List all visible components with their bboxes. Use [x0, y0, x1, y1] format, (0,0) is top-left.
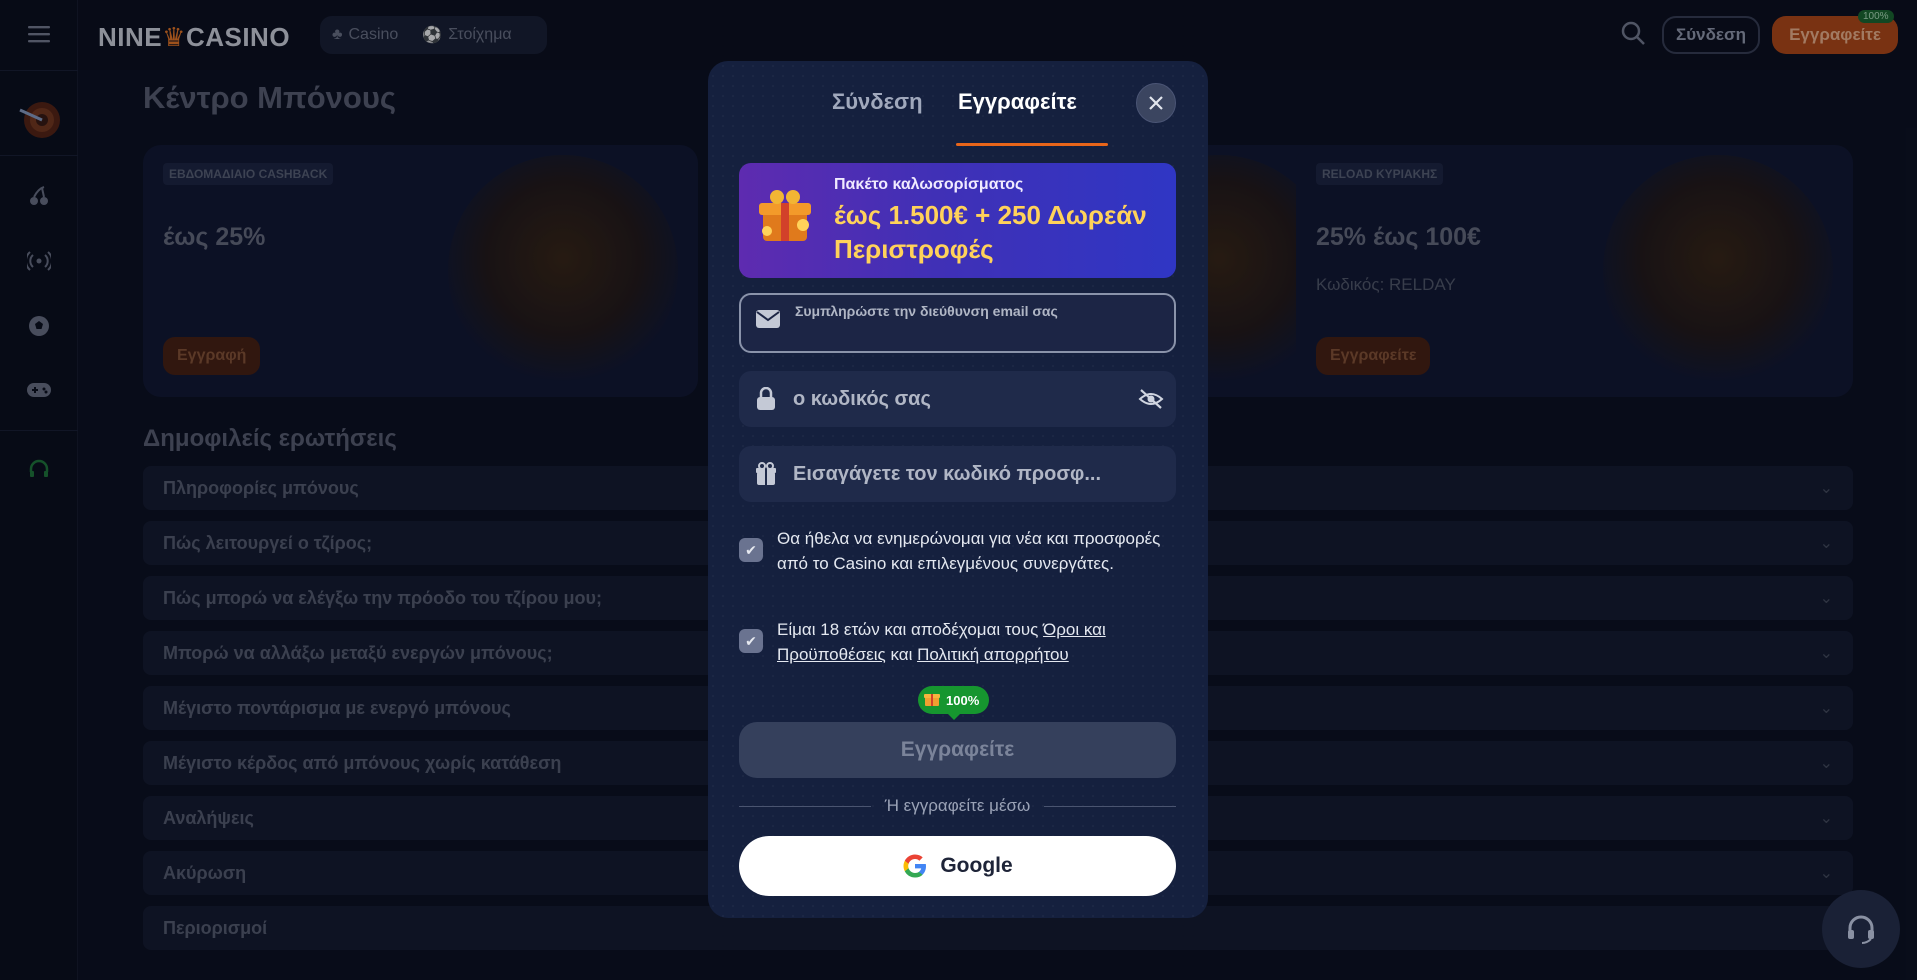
newsletter-consent-text: Θα ήθελα να ενημερώνομαι για νέα και προ… — [777, 529, 1161, 573]
headset-icon — [1848, 915, 1874, 944]
bonus-card-reload: RELOAD ΚΥΡΙΑΚΗΣ 25% έως 100€ Κωδικός: RE… — [1296, 145, 1853, 397]
chevron-down-icon: ⌄ — [1819, 480, 1833, 497]
social-divider: Ή εγγραφείτε μέσω — [739, 796, 1176, 816]
live-icon[interactable] — [25, 247, 53, 275]
social-divider-text: Ή εγγραφείτε μέσω — [884, 796, 1031, 815]
chevron-down-icon: ⌄ — [1819, 865, 1833, 882]
faq-question: Πώς μπορώ να ελέγξω την πρόοδο του τζίρο… — [163, 587, 602, 608]
active-tab-indicator — [956, 143, 1108, 146]
lion-logo-icon: ♛ — [162, 22, 186, 52]
close-button[interactable] — [1136, 83, 1176, 123]
google-signup-button[interactable]: Google — [739, 836, 1176, 896]
welcome-package-amount: έως 1.500€ + 250 Δωρεάν Περιστροφές — [834, 200, 1147, 264]
chevron-down-icon: ⌄ — [1819, 810, 1833, 827]
nav-casino-label: Casino — [348, 26, 399, 43]
progress-badge-value: 100% — [946, 692, 980, 708]
menu-icon[interactable] — [25, 20, 53, 48]
faq-title: Δημοφιλείς ερωτήσεις — [143, 425, 397, 452]
register-submit-button[interactable]: Εγγραφείτε — [739, 722, 1176, 778]
top-nav: ♣ Casino ⚽ Στοίχημα — [320, 16, 547, 54]
support-chat-button[interactable] — [1822, 890, 1900, 968]
cherry-icon: ♣ — [332, 26, 343, 43]
signup-badge: 100% — [1858, 10, 1894, 23]
faq-question: Ακύρωση — [163, 862, 247, 883]
envelope-icon — [741, 309, 795, 329]
promo-code-input[interactable] — [793, 462, 1176, 486]
soccer-ball-icon: ⚽ — [422, 27, 443, 44]
modal-tabs: Σύνδεση Εγγραφείτε — [708, 61, 1208, 147]
treasure-gift-icon — [759, 190, 811, 241]
faq-question: Αναλήψεις — [163, 807, 254, 828]
registration-modal: Σύνδεση Εγγραφείτε Πακέτο καλωσορίσματος… — [708, 61, 1208, 918]
nav-sports[interactable]: ⚽ Στοίχημα — [422, 25, 511, 45]
chevron-down-icon: ⌄ — [1819, 590, 1833, 607]
card-code: Κωδικός: RELDAY — [1316, 275, 1456, 294]
nav-sports-label: Στοίχημα — [448, 26, 512, 43]
terms-prefix: Είμαι 18 ετών και αποδέχομαι τους — [777, 620, 1044, 639]
card-cta-button[interactable]: Εγγραφείτε — [1316, 337, 1431, 375]
faq-question: Πώς λειτουργεί ο τζίρος; — [163, 532, 373, 553]
bonus-card-cashback: ΕΒΔΟΜΑΔΙΑΙΟ CASHBACK έως 25% Εγγραφή — [143, 145, 698, 397]
cashback-parrot-image — [448, 155, 678, 385]
tab-login[interactable]: Σύνδεση — [832, 89, 923, 115]
header-login-button[interactable]: Σύνδεση — [1662, 16, 1760, 54]
terms-and: και — [885, 645, 918, 664]
faq-question: Μέγιστο ποντάρισμα με ενεργό μπόνους — [163, 697, 511, 718]
bonus-center-title: Κέντρο Μπόνους — [143, 80, 397, 115]
card-value: έως 25% — [163, 223, 266, 251]
logo[interactable]: NINE♛CASINO — [98, 22, 290, 53]
chevron-down-icon: ⌄ — [1819, 700, 1833, 717]
target-bonus-icon[interactable] — [16, 96, 62, 142]
nav-casino[interactable]: ♣ Casino — [332, 26, 398, 44]
chevron-down-icon: ⌄ — [1819, 755, 1833, 772]
faq-question: Περιορισμοί — [163, 917, 268, 938]
search-icon[interactable] — [1620, 20, 1650, 50]
email-field[interactable] — [739, 293, 1176, 353]
faq-question: Πληροφορίες μπόνους — [163, 477, 359, 498]
chevron-down-icon: ⌄ — [1819, 645, 1833, 662]
logo-text-right: CASINO — [185, 22, 291, 52]
password-input[interactable] — [793, 387, 1126, 411]
gamepad-icon[interactable] — [25, 376, 53, 404]
privacy-link[interactable]: Πολιτική απορρήτου — [917, 645, 1069, 664]
card-tag: RELOAD ΚΥΡΙΑΚΗΣ — [1316, 163, 1444, 185]
left-rail — [0, 0, 78, 980]
faq-question: Μπορώ να αλλάξω μεταξύ ενεργών μπόνους; — [163, 642, 553, 663]
card-value: 25% έως 100€ — [1316, 223, 1481, 251]
newsletter-consent-row: ✔ Θα ήθελα να ενημερώνομαι για νέα και π… — [739, 526, 1176, 576]
terms-consent-text: Είμαι 18 ετών και αποδέχομαι τους Όροι κ… — [777, 617, 1176, 667]
card-tag: ΕΒΔΟΜΑΔΙΑΙΟ CASHBACK — [163, 163, 334, 185]
support-headset-icon[interactable] — [25, 456, 53, 484]
password-field[interactable] — [739, 371, 1176, 427]
promo-code-field[interactable] — [739, 446, 1176, 502]
soccer-ball-icon[interactable] — [25, 312, 53, 340]
terms-consent-row: ✔ Είμαι 18 ετών και αποδέχομαι τους Όροι… — [739, 617, 1176, 667]
progress-badge: 100% — [918, 686, 990, 720]
cherry-icon[interactable] — [25, 182, 53, 210]
card-cta-button[interactable]: Εγγραφή — [163, 337, 261, 375]
gift-icon — [739, 462, 793, 486]
trophy-image — [1603, 155, 1833, 385]
newsletter-checkbox[interactable]: ✔ — [739, 538, 763, 562]
chevron-down-icon: ⌄ — [1819, 535, 1833, 552]
welcome-package-banner: Πακέτο καλωσορίσματος έως 1.500€ + 250 Δ… — [739, 163, 1176, 278]
faq-question: Μέγιστο κέρδος από μπόνους χωρίς κατάθεσ… — [163, 752, 562, 773]
google-label: Google — [940, 854, 1013, 877]
gift-box-icon — [924, 691, 940, 710]
welcome-package-title: Πακέτο καλωσορίσματος — [834, 176, 1024, 193]
email-input[interactable] — [795, 301, 1174, 321]
tab-register[interactable]: Εγγραφείτε — [958, 89, 1077, 115]
eye-off-icon[interactable] — [1126, 388, 1176, 410]
terms-checkbox[interactable]: ✔ — [739, 629, 763, 653]
google-icon — [903, 854, 927, 878]
lock-icon — [739, 387, 793, 411]
logo-text-left: NINE — [98, 22, 163, 52]
close-icon — [1149, 96, 1163, 110]
